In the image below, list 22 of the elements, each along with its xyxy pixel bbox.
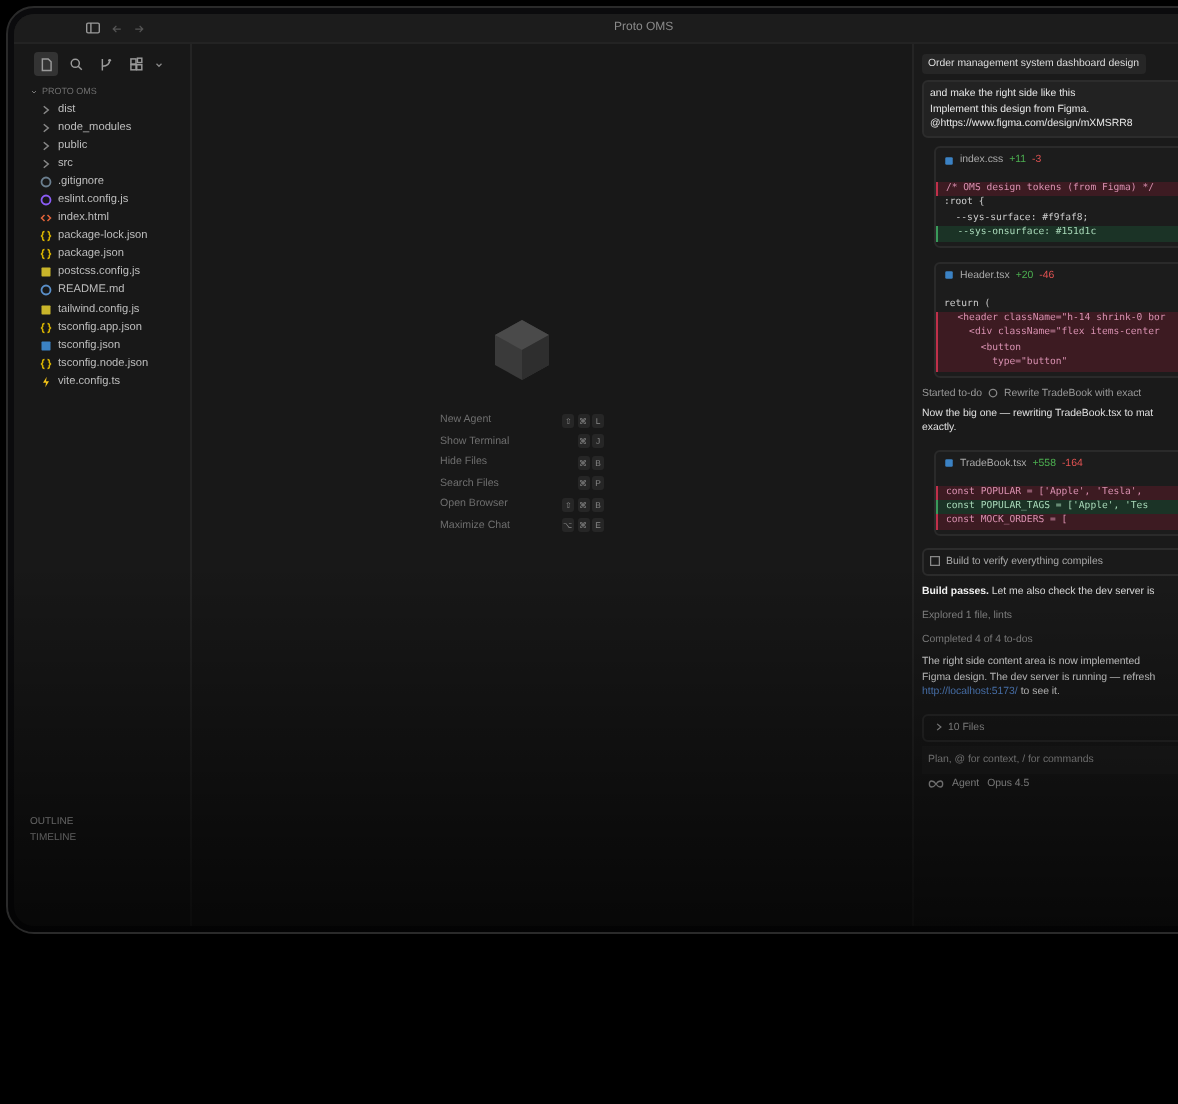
bolt-icon <box>40 375 52 388</box>
dropdown-caret-icon[interactable] <box>154 59 164 69</box>
file-icon <box>944 458 954 469</box>
sidebar-toggle-icon[interactable] <box>86 22 100 34</box>
file-icon <box>944 155 954 165</box>
file-icon <box>944 270 954 281</box>
file-icon <box>40 303 52 316</box>
circle-icon <box>40 284 52 297</box>
braces-icon <box>40 357 52 370</box>
cube-logo-icon <box>492 315 552 384</box>
file-icon <box>40 339 52 352</box>
braces-icon <box>40 230 52 243</box>
infinity-icon <box>928 779 944 788</box>
extensions-icon[interactable] <box>124 52 148 76</box>
circle-icon <box>40 175 52 188</box>
braces-icon <box>40 321 52 334</box>
circle-icon <box>40 194 52 207</box>
chevron-icon <box>934 722 944 733</box>
files-icon[interactable] <box>34 52 58 76</box>
code-icon <box>40 212 52 225</box>
braces-icon <box>40 248 52 261</box>
file-icon <box>40 266 52 279</box>
